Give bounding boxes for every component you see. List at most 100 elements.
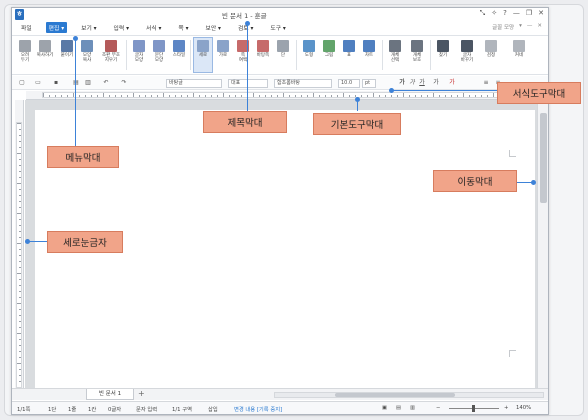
maximize-button[interactable]: ❐ — [526, 9, 532, 18]
find-label: 찾기 — [438, 53, 448, 58]
redo-icon[interactable]: ↷ — [120, 79, 128, 87]
add-tab-button[interactable]: + — [138, 389, 145, 398]
cut-button[interactable]: 오려 두기 — [16, 40, 34, 63]
ruler-tick — [19, 327, 21, 328]
copy-button[interactable]: 복사하기 — [36, 40, 54, 58]
ruler-tick — [73, 93, 74, 97]
menu-edit[interactable]: 편집 ▾ — [45, 22, 68, 33]
vertical-scrollbar[interactable] — [537, 91, 548, 388]
menu-insert[interactable]: 입력 ▾ — [111, 22, 132, 33]
status-input-mode[interactable]: 문자 입력 — [136, 405, 157, 413]
fullscreen-icon[interactable]: ⤡ — [480, 9, 486, 18]
menu-view[interactable]: 보기 ▾ — [78, 22, 99, 33]
menu-file[interactable]: 파일 — [18, 22, 35, 33]
language-select[interactable]: 대표 — [228, 79, 268, 88]
print-icon[interactable]: ▤ — [72, 79, 80, 87]
picture-button[interactable]: 그림 — [320, 40, 338, 58]
char-shape-button[interactable]: 글자 모양 — [130, 40, 148, 63]
replace-button[interactable]: 글자 바꾸기 — [456, 40, 478, 63]
ruler-tick — [19, 177, 21, 178]
callout-dot — [245, 21, 250, 26]
style-select[interactable]: 바탕글 — [166, 79, 222, 88]
landscape-button[interactable]: 가로 — [214, 40, 232, 58]
format-painter-button[interactable]: 모양 복사 — [78, 40, 96, 63]
menu-tools[interactable]: 도구 ▾ — [267, 22, 288, 33]
minimize-button[interactable]: — — [513, 9, 520, 18]
close-button[interactable]: ✕ — [538, 9, 544, 18]
zoom-level[interactable]: 140% — [516, 405, 531, 411]
callout-ruler: 세로눈금자 — [47, 231, 123, 253]
preview-icon[interactable]: ▥ — [84, 79, 92, 87]
para-shape-icon — [153, 40, 165, 52]
paste-button[interactable]: 붙이기 — [58, 40, 76, 58]
ruler-tick — [397, 95, 398, 97]
new-document-icon[interactable]: ▢ — [18, 79, 26, 87]
more-button[interactable]: 커네 — [510, 40, 528, 58]
style-button[interactable]: 스타일 — [170, 40, 188, 58]
para-shape-button[interactable]: 문단 모양 — [150, 40, 168, 63]
font-color-button[interactable]: 가 — [448, 79, 456, 87]
find-button[interactable]: 찾기 — [434, 40, 452, 58]
clear-marks-button[interactable]: 조판 부호 지우기 — [100, 40, 122, 63]
italic-button[interactable]: 가 — [408, 79, 416, 87]
ribbon-close-button[interactable]: ✕ — [537, 23, 542, 31]
portrait-button[interactable]: 세로 — [193, 37, 213, 73]
highlight-button[interactable]: 가 — [432, 79, 440, 87]
columns-button[interactable]: 단 — [274, 40, 292, 58]
save-icon[interactable]: ▪ — [52, 79, 60, 87]
object-protect-label: 개체 보호 — [412, 53, 422, 63]
undo-icon[interactable]: ↶ — [102, 79, 110, 87]
view-page-icon[interactable]: ▤ — [396, 405, 401, 411]
master-page-button[interactable]: 바탕쪽 — [254, 40, 272, 58]
ribbon-minimize-button[interactable]: — — [527, 23, 533, 31]
status-line: 1줄 — [68, 407, 77, 413]
portrait-label: 세로 — [198, 53, 208, 58]
underline-button[interactable]: 가 — [418, 79, 426, 87]
ruler-tick — [319, 95, 320, 97]
menu-format[interactable]: 서식 ▾ — [143, 22, 164, 33]
ruler-tick — [19, 255, 21, 256]
font-size-input[interactable]: 10.0 — [338, 79, 360, 88]
zoom-out-icon[interactable]: − — [436, 405, 440, 411]
status-page[interactable]: 1/1쪽 — [17, 405, 30, 413]
menu-security[interactable]: 보안 ▾ — [203, 22, 224, 33]
horizontal-scrollbar[interactable] — [274, 392, 544, 398]
open-folder-icon[interactable]: ▭ — [34, 79, 42, 87]
picture-label: 그림 — [324, 53, 334, 58]
font-select[interactable]: 함초롬바탕 — [274, 79, 332, 88]
status-track-changes[interactable]: 변경 내용 [기록 중지] — [234, 405, 282, 413]
status-insert-mode[interactable]: 삽입 — [208, 405, 218, 413]
horizontal-ruler[interactable] — [26, 91, 537, 100]
view-normal-icon[interactable]: ▣ — [382, 405, 387, 411]
chart-button[interactable]: 차트 — [360, 40, 378, 58]
help-icon[interactable]: ? — [503, 9, 507, 18]
ruler-tick — [169, 95, 170, 97]
table-button[interactable]: 표 — [340, 40, 358, 58]
chevron-down-icon[interactable]: ▾ — [519, 23, 522, 31]
font-shape-shortcut[interactable]: 글꼴 모양 — [492, 23, 514, 31]
view-web-icon[interactable]: ▥ — [410, 405, 415, 411]
align-left-icon[interactable]: ≡ — [482, 79, 490, 87]
ruler-tick — [469, 95, 470, 97]
scrollbar-thumb[interactable] — [335, 393, 455, 397]
chevron-down-icon: ▾ — [250, 26, 254, 32]
document-tab[interactable]: 빈 문서 1 — [86, 389, 134, 400]
scrollbar-thumb[interactable] — [540, 113, 547, 203]
zoom-in-icon[interactable]: + — [504, 405, 508, 411]
object-protect-button[interactable]: 개체 보호 — [408, 40, 426, 63]
vertical-ruler[interactable] — [15, 100, 24, 388]
ruler-tick — [445, 95, 446, 97]
ruler-tick — [17, 243, 21, 244]
bold-button[interactable]: 가 — [398, 79, 406, 87]
callout-dot — [25, 239, 30, 244]
ruler-tick — [139, 95, 140, 97]
ruler-tick — [451, 95, 452, 97]
zoom-slider-handle[interactable] — [472, 405, 475, 412]
menu-page[interactable]: 쪽 ▾ — [175, 22, 191, 33]
page-margin-button[interactable]: 쪽 여백 — [234, 40, 252, 63]
unit-select[interactable]: pt — [362, 79, 376, 88]
shape-button[interactable]: 도형 — [300, 40, 318, 58]
settings-icon[interactable]: ✧ — [491, 9, 497, 18]
spellcheck-button[interactable]: 검정 — [482, 40, 500, 58]
object-select-button[interactable]: 개체 선택 — [386, 40, 404, 63]
